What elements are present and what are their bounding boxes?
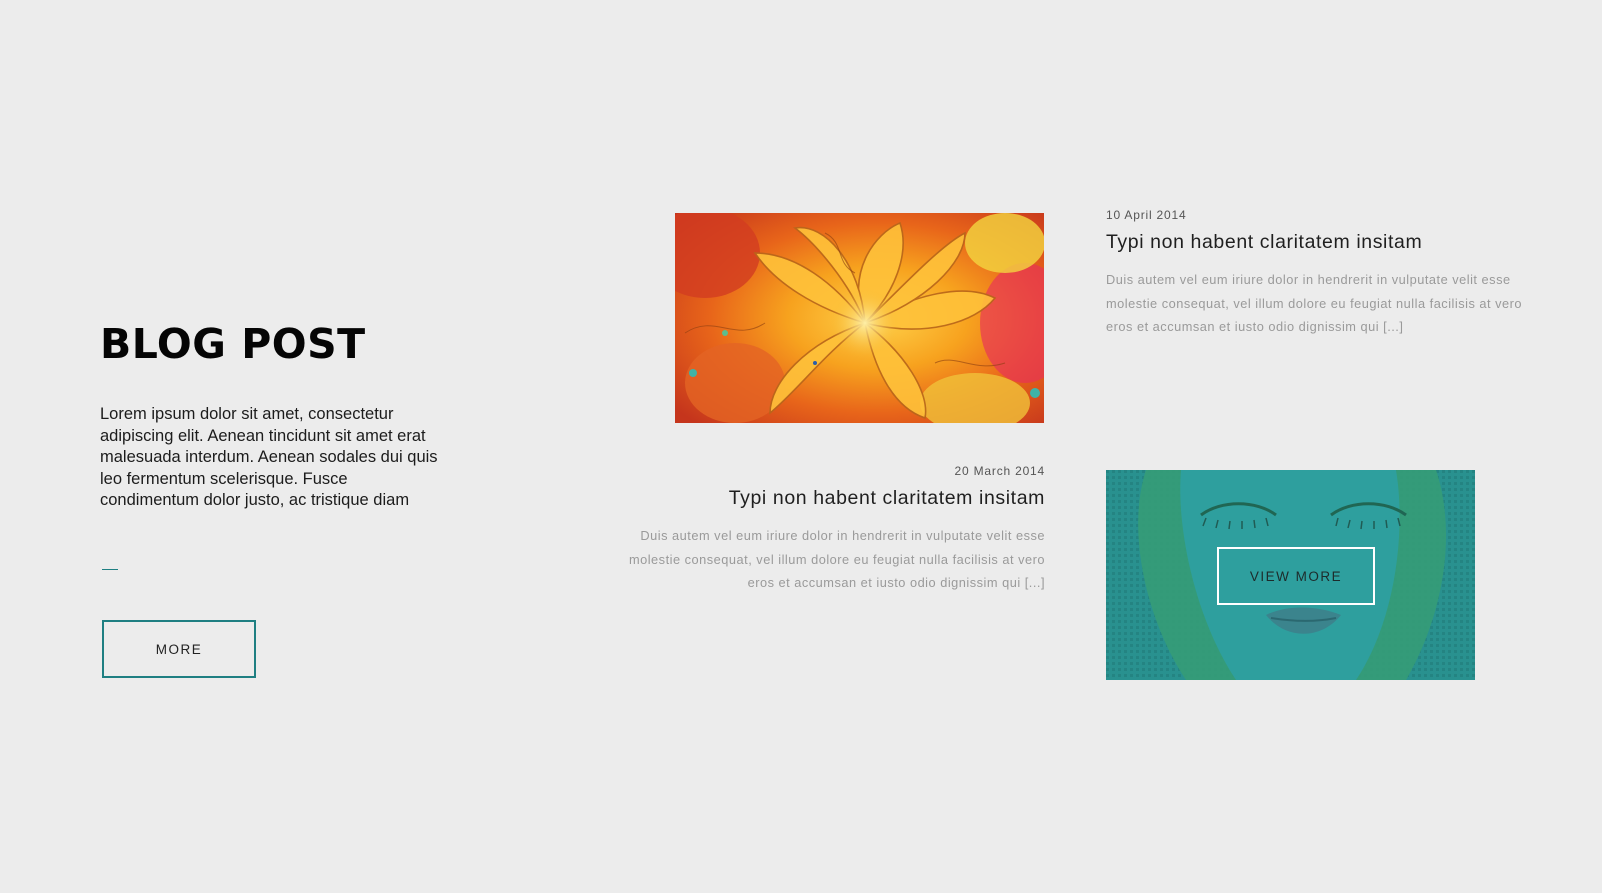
- flower-painting-image: [675, 213, 1044, 423]
- post-image-face[interactable]: VIEW MORE: [1106, 470, 1475, 680]
- post-excerpt: Duis autem vel eum iriure dolor in hendr…: [1106, 272, 1523, 334]
- accent-divider: [102, 569, 118, 570]
- post-title-link[interactable]: Typi non habent claritatem insitam: [1106, 231, 1526, 254]
- blog-post-card: 20 March 2014 Typi non habent claritatem…: [620, 464, 1045, 595]
- post-title-link[interactable]: Typi non habent claritatem insitam: [620, 487, 1045, 510]
- post-date: 10 April 2014: [1106, 208, 1187, 222]
- section-title: BLOG POST: [100, 320, 366, 368]
- intro-paragraph: Lorem ipsum dolor sit amet, consectetur …: [100, 405, 438, 509]
- post-excerpt: Duis autem vel eum iriure dolor in hendr…: [628, 528, 1045, 590]
- blog-post-card: 10 April 2014 Typi non habent claritatem…: [1106, 208, 1526, 339]
- more-button[interactable]: MORE: [102, 620, 256, 678]
- post-image-flower[interactable]: [675, 213, 1044, 423]
- post-date: 20 March 2014: [954, 464, 1045, 478]
- view-more-button[interactable]: VIEW MORE: [1217, 547, 1375, 605]
